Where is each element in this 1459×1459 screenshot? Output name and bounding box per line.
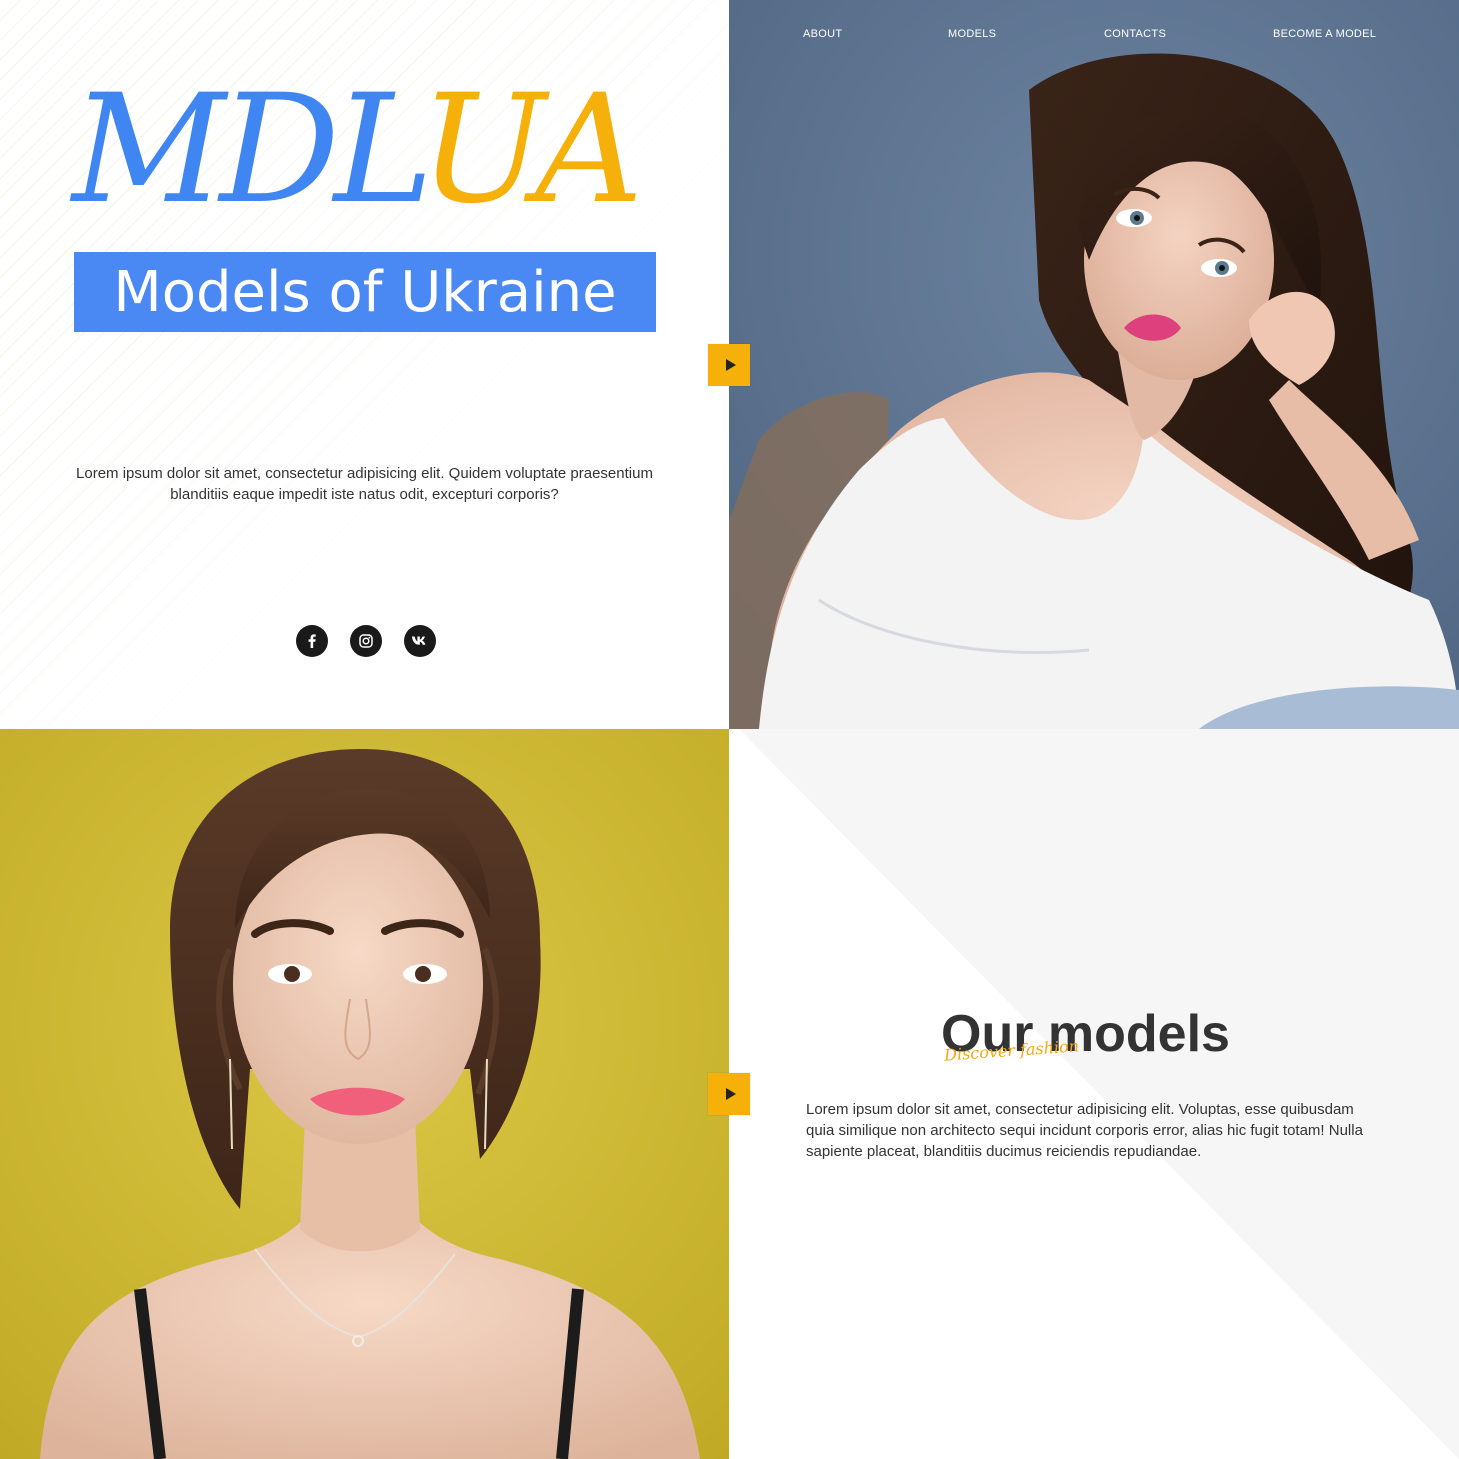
hero-section: MDLUA Models of Ukraine Lorem ipsum dolo… (0, 0, 729, 729)
play-arrow-icon (725, 1088, 736, 1100)
page: MDLUA Models of Ukraine Lorem ipsum dolo… (0, 0, 1459, 1459)
nav-about[interactable]: ABOUT (803, 28, 842, 40)
instagram-link[interactable] (350, 625, 382, 657)
play-arrow-icon (725, 359, 736, 371)
model-photo-2 (0, 729, 729, 1459)
section-background (729, 729, 1459, 1459)
tagline-banner: Models of Ukraine (74, 252, 656, 332)
logo-wordmark: MDLUA (72, 60, 643, 240)
vk-link[interactable] (404, 625, 436, 657)
nav-become-a-model[interactable]: BECOME A MODEL (1273, 28, 1376, 40)
facebook-icon (308, 634, 316, 648)
hero-photo-section: ABOUT MODELS CONTACTS BECOME A MODEL (729, 0, 1459, 729)
tagline-text: Models of Ukraine (113, 259, 617, 325)
logo-part-ua: UA (419, 63, 643, 237)
nav-contacts[interactable]: CONTACTS (1104, 28, 1166, 40)
vk-icon (412, 636, 426, 645)
facebook-link[interactable] (296, 625, 328, 657)
models-photo-section (0, 729, 729, 1459)
instagram-icon (359, 634, 373, 648)
hero-description: Lorem ipsum dolor sit amet, consectetur … (76, 465, 653, 503)
section-description: Lorem ipsum dolor sit amet, consectetur … (806, 1101, 1363, 1160)
slider-next-button-bottom[interactable] (708, 1073, 750, 1115)
logo[interactable]: MDLUA (72, 60, 672, 240)
logo-part-mdl: MDL (72, 63, 425, 237)
our-models-section: Our models Discover fashion Lorem ipsum … (729, 729, 1459, 1459)
slider-next-button-top[interactable] (708, 344, 750, 386)
social-links (296, 625, 436, 657)
main-nav: ABOUT MODELS CONTACTS BECOME A MODEL (729, 0, 1459, 70)
model-photo-1 (729, 0, 1459, 729)
nav-models[interactable]: MODELS (948, 28, 996, 40)
